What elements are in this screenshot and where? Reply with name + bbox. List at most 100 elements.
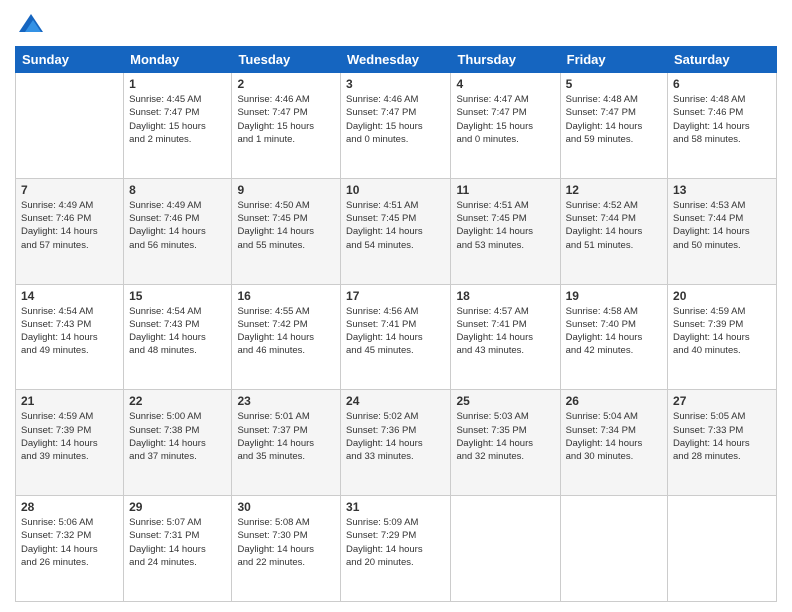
day-info: Sunrise: 4:54 AM Sunset: 7:43 PM Dayligh… bbox=[21, 305, 118, 358]
day-number: 21 bbox=[21, 394, 118, 408]
header-day-sunday: Sunday bbox=[16, 47, 124, 73]
day-info: Sunrise: 5:03 AM Sunset: 7:35 PM Dayligh… bbox=[456, 410, 554, 463]
calendar-cell: 5 Sunrise: 4:48 AM Sunset: 7:47 PM Daylig… bbox=[560, 73, 667, 179]
header-day-tuesday: Tuesday bbox=[232, 47, 341, 73]
calendar-cell: 31Sunrise: 5:09 AM Sunset: 7:29 PM Dayli… bbox=[341, 496, 451, 602]
day-number: 5 bbox=[566, 77, 662, 91]
day-number: 6 bbox=[673, 77, 771, 91]
day-number: 3 bbox=[346, 77, 445, 91]
day-info: Sunrise: 5:06 AM Sunset: 7:32 PM Dayligh… bbox=[21, 516, 118, 569]
header-day-monday: Monday bbox=[124, 47, 232, 73]
calendar-table: SundayMondayTuesdayWednesdayThursdayFrid… bbox=[15, 46, 777, 602]
calendar-cell bbox=[451, 496, 560, 602]
day-info: Sunrise: 5:04 AM Sunset: 7:34 PM Dayligh… bbox=[566, 410, 662, 463]
calendar-cell: 9 Sunrise: 4:50 AM Sunset: 7:45 PM Daylig… bbox=[232, 178, 341, 284]
day-number: 27 bbox=[673, 394, 771, 408]
calendar-cell: 13 Sunrise: 4:53 AM Sunset: 7:44 PM Dayli… bbox=[668, 178, 777, 284]
day-number: 2 bbox=[237, 77, 335, 91]
header-day-friday: Friday bbox=[560, 47, 667, 73]
week-row-5: 28 Sunrise: 5:06 AM Sunset: 7:32 PM Dayli… bbox=[16, 496, 777, 602]
calendar-cell: 1 Sunrise: 4:45 AM Sunset: 7:47 PM Daylig… bbox=[124, 73, 232, 179]
calendar-cell: 11 Sunrise: 4:51 AM Sunset: 7:45 PM Dayli… bbox=[451, 178, 560, 284]
day-info: Sunrise: 4:59 AM Sunset: 7:39 PM Dayligh… bbox=[673, 305, 771, 358]
day-number: 8 bbox=[129, 183, 226, 197]
day-info: Sunrise: 4:48 AM Sunset: 7:47 PM Dayligh… bbox=[566, 93, 662, 146]
day-info: Sunrise: 4:57 AM Sunset: 7:41 PM Dayligh… bbox=[456, 305, 554, 358]
calendar-cell: 14Sunrise: 4:54 AM Sunset: 7:43 PM Dayli… bbox=[16, 284, 124, 390]
calendar-cell: 6 Sunrise: 4:48 AM Sunset: 7:46 PM Daylig… bbox=[668, 73, 777, 179]
day-number: 10 bbox=[346, 183, 445, 197]
day-info: Sunrise: 4:48 AM Sunset: 7:46 PM Dayligh… bbox=[673, 93, 771, 146]
calendar-cell: 29Sunrise: 5:07 AM Sunset: 7:31 PM Dayli… bbox=[124, 496, 232, 602]
day-info: Sunrise: 4:50 AM Sunset: 7:45 PM Dayligh… bbox=[237, 199, 335, 252]
day-info: Sunrise: 4:53 AM Sunset: 7:44 PM Dayligh… bbox=[673, 199, 771, 252]
day-info: Sunrise: 4:51 AM Sunset: 7:45 PM Dayligh… bbox=[346, 199, 445, 252]
day-info: Sunrise: 4:56 AM Sunset: 7:41 PM Dayligh… bbox=[346, 305, 445, 358]
day-number: 28 bbox=[21, 500, 118, 514]
calendar-cell: 22Sunrise: 5:00 AM Sunset: 7:38 PM Dayli… bbox=[124, 390, 232, 496]
day-number: 20 bbox=[673, 289, 771, 303]
day-info: Sunrise: 5:00 AM Sunset: 7:38 PM Dayligh… bbox=[129, 410, 226, 463]
day-number: 24 bbox=[346, 394, 445, 408]
day-number: 25 bbox=[456, 394, 554, 408]
calendar-cell: 20 Sunrise: 4:59 AM Sunset: 7:39 PM Dayli… bbox=[668, 284, 777, 390]
calendar-cell: 27 Sunrise: 5:05 AM Sunset: 7:33 PM Dayli… bbox=[668, 390, 777, 496]
day-info: Sunrise: 4:47 AM Sunset: 7:47 PM Dayligh… bbox=[456, 93, 554, 146]
week-row-4: 21 Sunrise: 4:59 AM Sunset: 7:39 PM Dayli… bbox=[16, 390, 777, 496]
day-number: 4 bbox=[456, 77, 554, 91]
day-number: 16 bbox=[237, 289, 335, 303]
calendar-cell bbox=[16, 73, 124, 179]
day-info: Sunrise: 5:07 AM Sunset: 7:31 PM Dayligh… bbox=[129, 516, 226, 569]
day-number: 17 bbox=[346, 289, 445, 303]
day-info: Sunrise: 4:55 AM Sunset: 7:42 PM Dayligh… bbox=[237, 305, 335, 358]
calendar-cell: 15Sunrise: 4:54 AM Sunset: 7:43 PM Dayli… bbox=[124, 284, 232, 390]
week-row-3: 14Sunrise: 4:54 AM Sunset: 7:43 PM Dayli… bbox=[16, 284, 777, 390]
day-info: Sunrise: 5:01 AM Sunset: 7:37 PM Dayligh… bbox=[237, 410, 335, 463]
day-info: Sunrise: 5:09 AM Sunset: 7:29 PM Dayligh… bbox=[346, 516, 445, 569]
calendar-cell: 30Sunrise: 5:08 AM Sunset: 7:30 PM Dayli… bbox=[232, 496, 341, 602]
day-info: Sunrise: 4:45 AM Sunset: 7:47 PM Dayligh… bbox=[129, 93, 226, 146]
week-row-2: 7 Sunrise: 4:49 AM Sunset: 7:46 PM Daylig… bbox=[16, 178, 777, 284]
calendar-cell bbox=[560, 496, 667, 602]
day-number: 18 bbox=[456, 289, 554, 303]
calendar-cell: 3 Sunrise: 4:46 AM Sunset: 7:47 PM Daylig… bbox=[341, 73, 451, 179]
calendar-cell: 25 Sunrise: 5:03 AM Sunset: 7:35 PM Dayli… bbox=[451, 390, 560, 496]
week-row-1: 1 Sunrise: 4:45 AM Sunset: 7:47 PM Daylig… bbox=[16, 73, 777, 179]
calendar-cell: 2 Sunrise: 4:46 AM Sunset: 7:47 PM Daylig… bbox=[232, 73, 341, 179]
day-info: Sunrise: 4:59 AM Sunset: 7:39 PM Dayligh… bbox=[21, 410, 118, 463]
day-number: 13 bbox=[673, 183, 771, 197]
header-day-saturday: Saturday bbox=[668, 47, 777, 73]
calendar-cell: 4 Sunrise: 4:47 AM Sunset: 7:47 PM Daylig… bbox=[451, 73, 560, 179]
calendar-cell: 17 Sunrise: 4:56 AM Sunset: 7:41 PM Dayli… bbox=[341, 284, 451, 390]
calendar-cell: 8 Sunrise: 4:49 AM Sunset: 7:46 PM Daylig… bbox=[124, 178, 232, 284]
day-number: 30 bbox=[237, 500, 335, 514]
calendar-cell: 18 Sunrise: 4:57 AM Sunset: 7:41 PM Dayli… bbox=[451, 284, 560, 390]
day-number: 1 bbox=[129, 77, 226, 91]
calendar-cell: 16 Sunrise: 4:55 AM Sunset: 7:42 PM Dayli… bbox=[232, 284, 341, 390]
calendar-cell: 7Sunrise: 4:49 AM Sunset: 7:46 PM Daylig… bbox=[16, 178, 124, 284]
header-row: SundayMondayTuesdayWednesdayThursdayFrid… bbox=[16, 47, 777, 73]
day-number: 11 bbox=[456, 183, 554, 197]
logo-icon bbox=[17, 10, 45, 38]
day-number: 19 bbox=[566, 289, 662, 303]
day-number: 26 bbox=[566, 394, 662, 408]
day-number: 12 bbox=[566, 183, 662, 197]
day-info: Sunrise: 4:51 AM Sunset: 7:45 PM Dayligh… bbox=[456, 199, 554, 252]
calendar-cell bbox=[668, 496, 777, 602]
day-info: Sunrise: 5:05 AM Sunset: 7:33 PM Dayligh… bbox=[673, 410, 771, 463]
day-info: Sunrise: 4:49 AM Sunset: 7:46 PM Dayligh… bbox=[129, 199, 226, 252]
calendar-cell: 19 Sunrise: 4:58 AM Sunset: 7:40 PM Dayli… bbox=[560, 284, 667, 390]
header-day-wednesday: Wednesday bbox=[341, 47, 451, 73]
calendar-page: SundayMondayTuesdayWednesdayThursdayFrid… bbox=[0, 0, 792, 612]
calendar-cell: 28 Sunrise: 5:06 AM Sunset: 7:32 PM Dayli… bbox=[16, 496, 124, 602]
calendar-cell: 24Sunrise: 5:02 AM Sunset: 7:36 PM Dayli… bbox=[341, 390, 451, 496]
day-info: Sunrise: 4:46 AM Sunset: 7:47 PM Dayligh… bbox=[346, 93, 445, 146]
day-info: Sunrise: 4:58 AM Sunset: 7:40 PM Dayligh… bbox=[566, 305, 662, 358]
day-number: 7 bbox=[21, 183, 118, 197]
calendar-cell: 10 Sunrise: 4:51 AM Sunset: 7:45 PM Dayli… bbox=[341, 178, 451, 284]
day-number: 9 bbox=[237, 183, 335, 197]
calendar-cell: 12Sunrise: 4:52 AM Sunset: 7:44 PM Dayli… bbox=[560, 178, 667, 284]
day-number: 23 bbox=[237, 394, 335, 408]
day-info: Sunrise: 4:46 AM Sunset: 7:47 PM Dayligh… bbox=[237, 93, 335, 146]
header bbox=[15, 10, 777, 38]
